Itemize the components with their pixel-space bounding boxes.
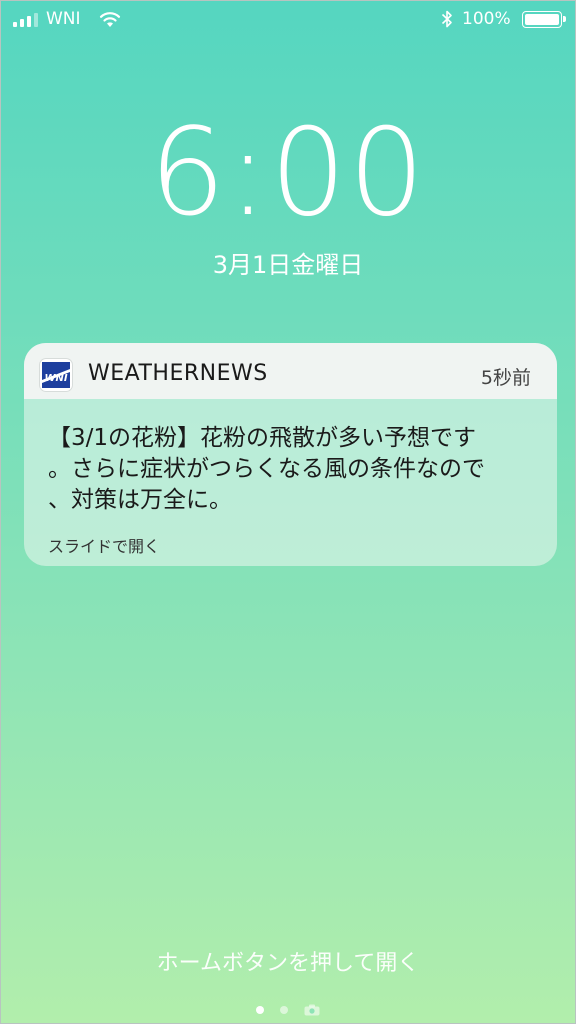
notification-line: 【3/1の花粉】花粉の飛散が多い予想です [48, 425, 477, 451]
notification-card[interactable]: WNI WEATHERNEWS 5秒前 【3/1の花粉】花粉の飛散が多い予想です… [24, 343, 557, 566]
battery-percent: 100% [462, 9, 511, 29]
wifi-icon [99, 12, 121, 27]
page-dot [280, 1006, 288, 1014]
notification-line: 。さらに症状がつらくなる風の条件なので [48, 456, 485, 482]
camera-icon[interactable] [304, 1004, 320, 1016]
lock-date: 3月1日金曜日 [212, 251, 364, 279]
page-dot-active [256, 1006, 264, 1014]
lock-clock: 6:00 [149, 104, 427, 243]
wni-logo-icon: WNI [39, 358, 73, 392]
slide-to-open-hint: スライドで開く [48, 537, 161, 556]
status-bar: WNI 100% [1, 1, 575, 39]
signal-icon [13, 13, 38, 27]
notification-header: WNI WEATHERNEWS 5秒前 [24, 343, 557, 399]
bluetooth-icon [441, 10, 452, 28]
notification-line: 、対策は万全に。 [48, 487, 232, 513]
battery-icon [522, 11, 566, 28]
home-button-hint: ホームボタンを押して開く [156, 951, 420, 976]
notification-app-name: WEATHERNEWS [88, 361, 268, 386]
notification-message: 【3/1の花粉】花粉の飛散が多い予想です 。さらに症状がつらくなる風の条件なので… [48, 423, 538, 516]
notification-time: 5秒前 [480, 367, 531, 389]
svg-text:WNI: WNI [44, 373, 67, 384]
page-indicator[interactable] [1, 1004, 575, 1016]
lock-screen: WNI 100% 6:00 3月1日金曜日 WNI WEATHERNEWS 5秒… [0, 0, 576, 1024]
carrier-name: WNI [46, 9, 81, 29]
